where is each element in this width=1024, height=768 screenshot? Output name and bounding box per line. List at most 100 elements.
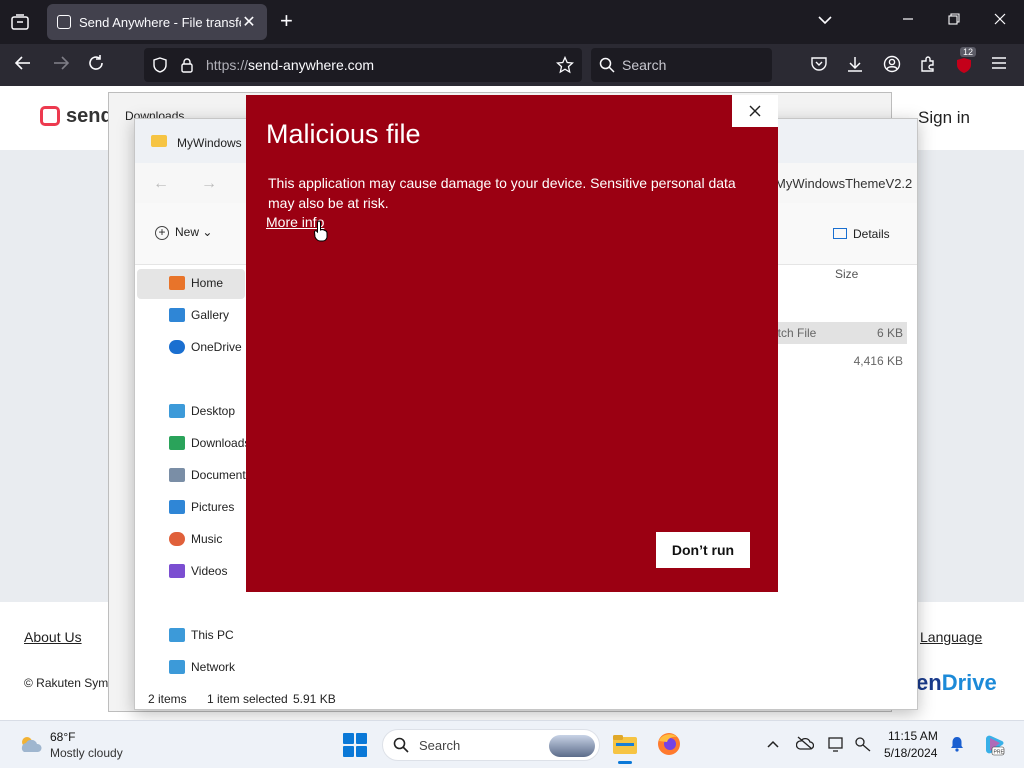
malicious-file-dialog: Malicious file This application may caus… [246, 95, 778, 592]
browser-tab-bar: Send Anywhere - File transfer ✕ + [0, 0, 1024, 44]
bookmark-star-icon[interactable] [555, 55, 575, 79]
back-arrow-icon[interactable] [14, 54, 32, 76]
hand-cursor-icon [313, 220, 328, 242]
plus-icon: + [155, 226, 169, 240]
clock-date[interactable]: 5/18/2024 [884, 746, 937, 760]
minimize-icon[interactable] [902, 12, 914, 28]
nav-item-pictures[interactable]: Pictures [169, 495, 234, 519]
taskbar-search-placeholder: Search [419, 738, 461, 753]
onedrive-icon [169, 340, 185, 354]
explorer-forward-icon[interactable]: → [201, 175, 217, 193]
nav-item-this-pc[interactable]: This PC [169, 623, 234, 647]
browser-nav-bar: https://send-anywhere.com Search 12 [0, 44, 1024, 86]
pocket-icon[interactable] [810, 55, 830, 75]
tab-title: Send Anywhere - File transfer [79, 14, 241, 30]
sign-in-link[interactable]: Sign in [918, 108, 970, 128]
size-column-header[interactable]: Size [835, 267, 858, 281]
nav-item-home[interactable]: Home [169, 271, 223, 295]
extension-badge: 12 [960, 47, 977, 57]
taskbar-search-box[interactable]: Search [382, 729, 600, 761]
about-us-link[interactable]: About Us [24, 629, 82, 645]
explorer-back-icon[interactable]: ← [153, 175, 169, 193]
search-placeholder: Search [622, 57, 667, 73]
search-highlight-image [549, 735, 595, 757]
videos-icon [169, 564, 185, 578]
nav-item-documents[interactable]: Document [169, 463, 246, 487]
tab-list-icon[interactable] [8, 10, 32, 34]
new-tab-icon[interactable]: + [280, 10, 293, 32]
details-pane-icon [833, 228, 847, 239]
search-icon [599, 57, 615, 78]
weather-temperature[interactable]: 68°F [50, 730, 75, 744]
explorer-path[interactable]: MyWindowsThemeV2.2 [775, 176, 912, 191]
firefox-taskbar-icon[interactable] [656, 731, 682, 757]
cloud-offline-icon[interactable] [795, 736, 815, 754]
hamburger-menu-icon[interactable] [991, 55, 1011, 75]
status-selection: 1 item selected [207, 692, 288, 706]
network-icon [169, 660, 185, 674]
clock-time[interactable]: 11:15 AM [888, 729, 938, 743]
dialog-message: This application may cause damage to you… [268, 175, 736, 211]
nav-item-gallery[interactable]: Gallery [169, 303, 229, 327]
send-anywhere-favicon-icon [57, 15, 71, 29]
nav-item-music[interactable]: Music [169, 527, 222, 551]
weather-description[interactable]: Mostly cloudy [50, 746, 123, 760]
close-window-icon[interactable] [994, 12, 1006, 28]
notification-bell-icon[interactable] [948, 736, 966, 754]
brand-logo: enDrive [916, 670, 997, 695]
folder-icon [151, 135, 167, 147]
windows-start-icon[interactable] [343, 733, 367, 757]
network-status-icon[interactable] [854, 736, 872, 754]
explorer-status-bar: 2 items 1 item selected 5.91 KB [135, 687, 917, 709]
music-icon [169, 532, 185, 546]
lock-icon[interactable] [180, 57, 194, 78]
file-explorer-taskbar-icon[interactable] [612, 731, 638, 764]
status-size: 5.91 KB [293, 692, 336, 706]
dialog-title: Malicious file [266, 119, 421, 149]
downloads-folder-icon [169, 436, 185, 450]
reload-icon[interactable] [87, 54, 105, 76]
desktop-icon [169, 404, 185, 418]
extensions-icon[interactable] [919, 55, 939, 75]
tab-close-icon[interactable]: ✕ [241, 12, 257, 32]
taskbar-search-icon [393, 737, 409, 758]
downloads-icon[interactable] [846, 55, 866, 75]
nav-item-onedrive[interactable]: OneDrive [169, 335, 242, 359]
copilot-icon[interactable]: PRE [982, 733, 1006, 757]
windows-taskbar: 68°F Mostly cloudy Search 11:15 AM 5/18/… [0, 720, 1024, 768]
pictures-icon [169, 500, 185, 514]
file-row[interactable]: 4,416 KB [771, 350, 907, 372]
url-text[interactable]: https://send-anywhere.com [206, 57, 374, 73]
nav-item-downloads[interactable]: Downloads [169, 431, 250, 455]
shield-icon[interactable] [152, 57, 168, 78]
svg-text:PRE: PRE [994, 750, 1005, 756]
nav-item-desktop[interactable]: Desktop [169, 399, 235, 423]
restore-icon[interactable] [948, 12, 960, 28]
chevron-up-icon[interactable] [764, 736, 782, 754]
details-button[interactable]: Details [833, 227, 890, 241]
ublock-extension-icon[interactable]: 12 [954, 47, 977, 75]
nav-item-network[interactable]: Network [169, 655, 235, 679]
status-item-count: 2 items [148, 692, 187, 706]
gallery-icon [169, 308, 185, 322]
language-link[interactable]: Language [920, 629, 982, 645]
forward-arrow-icon[interactable] [52, 54, 70, 76]
send-anywhere-logo-icon[interactable] [40, 106, 60, 126]
list-all-tabs-chevron-icon[interactable] [818, 12, 832, 28]
tab-send-anywhere[interactable]: Send Anywhere - File transfer ✕ [47, 4, 267, 40]
cloudy-weather-icon[interactable] [18, 735, 44, 753]
this-pc-icon [169, 628, 185, 642]
new-button[interactable]: + New ⌄ [155, 225, 212, 240]
explorer-tab-title[interactable]: MyWindows [177, 136, 242, 150]
url-bar[interactable]: https://send-anywhere.com [144, 48, 582, 82]
dont-run-button[interactable]: Don’t run [656, 532, 750, 568]
home-icon [169, 276, 185, 290]
display-icon[interactable] [828, 736, 846, 754]
file-row[interactable]: atch File 6 KB [771, 322, 907, 344]
documents-icon [169, 468, 185, 482]
account-icon[interactable] [883, 55, 903, 75]
search-bar[interactable]: Search [591, 48, 772, 82]
close-icon [749, 105, 761, 117]
nav-item-videos[interactable]: Videos [169, 559, 227, 583]
dialog-close-button[interactable] [732, 95, 778, 127]
